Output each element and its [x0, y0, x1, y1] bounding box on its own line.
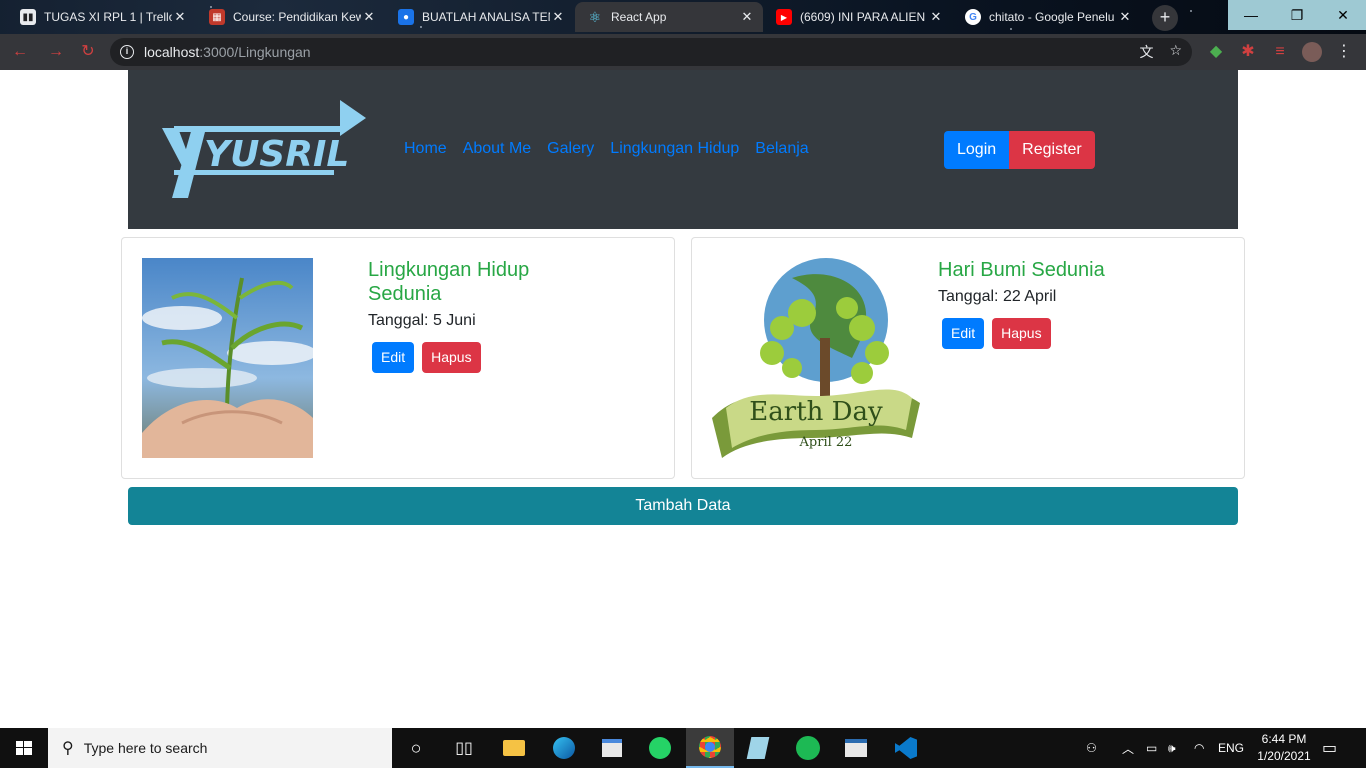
svg-text:YUSRIL: YUSRIL [204, 134, 349, 175]
restore-button[interactable]: ❐ [1274, 0, 1320, 30]
whatsapp-icon[interactable] [636, 728, 684, 768]
register-button[interactable]: Register [1009, 131, 1095, 169]
nav-link-about-me[interactable]: About Me [463, 140, 531, 158]
nav-link-lingkungan-hidup[interactable]: Lingkungan Hidup [610, 140, 739, 158]
notifications-icon[interactable]: ▭ [1322, 728, 1337, 768]
close-tab-icon[interactable]: ✕ [361, 9, 377, 25]
card-title: Hari Bumi Sedunia [938, 259, 1105, 281]
browser-tab[interactable]: ▦ Course: Pendidikan Kew ✕ [197, 2, 385, 32]
close-tab-icon[interactable]: ✕ [1117, 9, 1133, 25]
close-tab-icon[interactable]: ✕ [550, 9, 566, 25]
nav-link-belanja[interactable]: Belanja [755, 140, 808, 158]
plant-in-hands-image [142, 258, 313, 458]
browser-tab[interactable]: G chitato - Google Penelu ✕ [953, 2, 1141, 32]
nav-link-home[interactable]: Home [404, 140, 447, 158]
store-icon[interactable] [588, 728, 636, 768]
browser-toolbar: ← → ↻ i localhost:3000/Lingkungan ⽂ ☆ ◆ … [0, 34, 1366, 70]
file-explorer-icon[interactable] [490, 728, 538, 768]
svg-text:Earth Day: Earth Day [749, 397, 883, 427]
reload-icon[interactable]: ↻ [78, 42, 98, 62]
minimize-button[interactable]: — [1228, 0, 1274, 30]
delete-button[interactable]: Hapus [422, 342, 481, 373]
taskbar-clock[interactable]: 6:44 PM 1/20/2021 [1248, 731, 1320, 765]
language-indicator[interactable]: ENG [1218, 728, 1244, 768]
edge-icon[interactable] [540, 728, 588, 768]
translate-icon[interactable]: ⽂ [1139, 42, 1153, 62]
show-hidden-icons-chevron[interactable]: ︿ [1122, 728, 1134, 768]
volume-icon[interactable]: 🕪 [1168, 728, 1176, 768]
wifi-icon[interactable]: ◠ [1194, 728, 1204, 768]
close-tab-icon[interactable]: ✕ [172, 9, 188, 25]
extension-icon[interactable]: ✱ [1238, 42, 1258, 62]
new-tab-button[interactable]: + [1152, 5, 1178, 31]
login-button[interactable]: Login [944, 131, 1010, 169]
vscode-icon[interactable] [882, 728, 930, 768]
browser-tab[interactable]: ▶ (6609) INI PARA ALIEN ✕ [764, 2, 952, 32]
menu-dots-icon[interactable]: ⋮ [1334, 42, 1354, 62]
search-icon: ⚲ [62, 740, 74, 757]
event-card: Earth Day April 22 Hari Bumi Sedunia Tan… [691, 237, 1245, 479]
auth-buttons: Login Register [944, 131, 1095, 169]
spotify-icon[interactable] [784, 728, 832, 768]
browser-tab[interactable]: ▮▮ TUGAS XI RPL 1 | Trello ✕ [8, 2, 196, 32]
extension-icon[interactable]: ◆ [1206, 42, 1226, 62]
forward-icon[interactable]: → [46, 42, 66, 62]
site-navbar: YUSRIL Home About Me Galery Lingkungan H… [128, 70, 1238, 229]
taskbar-search-input[interactable]: ⚲ Type here to search [48, 728, 392, 768]
event-card: Lingkungan Hidup Sedunia Tanggal: 5 Juni… [121, 237, 675, 479]
browser-tab-bar: ▮▮ TUGAS XI RPL 1 | Trello ✕ ▦ Course: P… [0, 0, 1366, 34]
browser-tab[interactable]: ● BUATLAH ANALISA TEN ✕ [386, 2, 574, 32]
nav-links: Home About Me Galery Lingkungan Hidup Be… [404, 140, 809, 158]
card-actions: Edit Hapus [938, 318, 1218, 349]
extension-icon[interactable]: ≡ [1270, 42, 1290, 62]
course-icon: ▦ [209, 9, 225, 25]
nav-link-galery[interactable]: Galery [547, 140, 594, 158]
trello-icon: ▮▮ [20, 9, 36, 25]
address-bar[interactable]: i localhost:3000/Lingkungan ⽂ ☆ [110, 38, 1192, 66]
app-icon[interactable] [734, 728, 782, 768]
task-view-icon[interactable]: ▯▯ [440, 728, 488, 768]
close-tab-icon[interactable]: ✕ [928, 9, 944, 25]
card-body: Lingkungan Hidup Sedunia Tanggal: 5 Juni… [368, 258, 568, 373]
windows-start-icon[interactable] [0, 728, 48, 768]
site-info-icon[interactable]: i [120, 45, 134, 59]
chrome-icon[interactable] [686, 728, 734, 768]
youtube-icon: ▶ [776, 9, 792, 25]
clock-time: 6:44 PM [1261, 732, 1307, 746]
google-icon: G [965, 9, 981, 25]
delete-button[interactable]: Hapus [992, 318, 1051, 349]
edit-button[interactable]: Edit [942, 318, 985, 349]
profile-avatar[interactable] [1302, 42, 1322, 62]
people-icon[interactable]: ⚇ [1086, 728, 1097, 768]
close-window-button[interactable]: ✕ [1320, 0, 1366, 30]
close-tab-icon[interactable]: ✕ [739, 9, 755, 25]
card-actions: Edit Hapus [368, 342, 568, 373]
app-icon[interactable] [832, 728, 880, 768]
card-date: Tanggal: 22 April [938, 288, 1057, 305]
react-icon: ⚛ [588, 8, 602, 25]
site-logo[interactable]: YUSRIL [144, 98, 366, 200]
edit-button[interactable]: Edit [372, 342, 415, 373]
clock-date: 1/20/2021 [1257, 749, 1311, 763]
svg-text:April 22: April 22 [799, 435, 853, 450]
earth-day-image: Earth Day April 22 [712, 258, 920, 458]
card-title: Lingkungan Hidup Sedunia [368, 259, 530, 305]
card-date: Tanggal: 5 Juni [368, 312, 476, 329]
windows-taskbar: ⚲ Type here to search ○ ▯▯ ⚇ ︿ ▭ 🕪 ◠ ENG… [0, 728, 1366, 768]
bookmark-star-icon[interactable]: ☆ [1169, 42, 1182, 62]
add-data-button[interactable]: Tambah Data [128, 487, 1238, 525]
browser-tab-active[interactable]: ⚛ React App ✕ [575, 2, 763, 32]
cortana-icon[interactable]: ○ [392, 728, 440, 768]
background-star [1190, 10, 1192, 12]
back-icon[interactable]: ← [10, 42, 30, 62]
classroom-icon: ● [398, 9, 414, 25]
card-body: Hari Bumi Sedunia Tanggal: 22 April Edit… [938, 258, 1218, 349]
battery-icon[interactable]: ▭ [1146, 728, 1157, 768]
